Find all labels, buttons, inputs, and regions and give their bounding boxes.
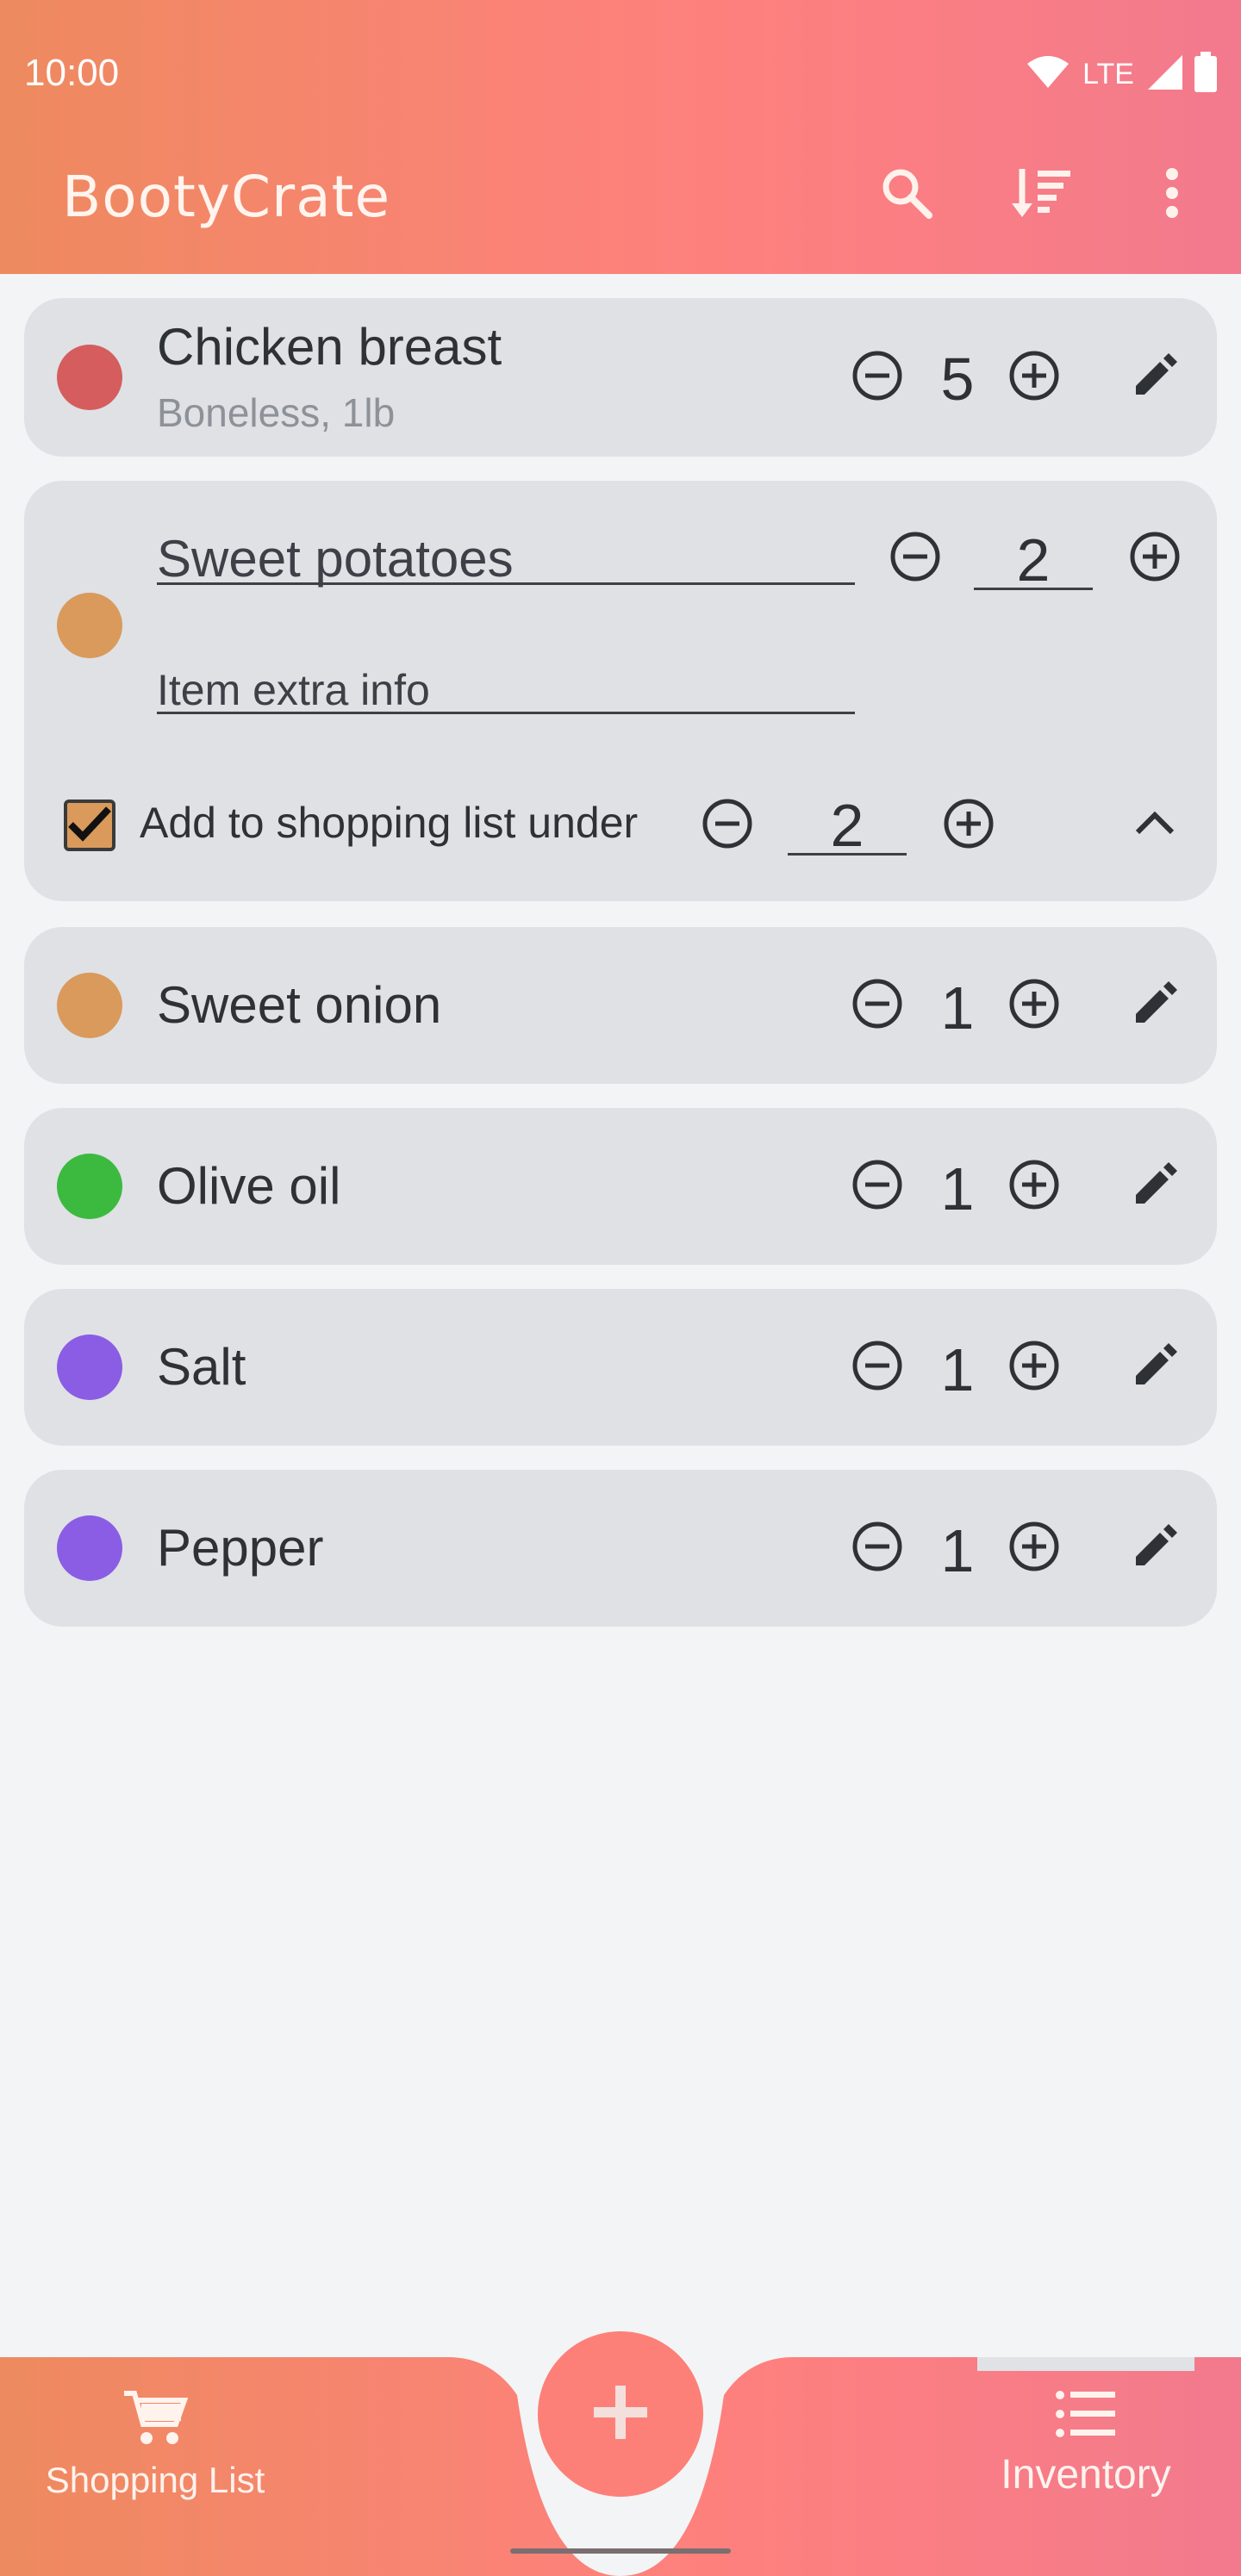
decrease-quantity-button[interactable] bbox=[850, 1521, 905, 1576]
network-type: LTE bbox=[1082, 57, 1134, 90]
app-header: 10:00 LTE BootyCrate bbox=[0, 0, 1241, 274]
nav-shopping-list-label: Shopping List bbox=[45, 2460, 265, 2500]
minus-circle-icon bbox=[700, 796, 755, 856]
inventory-item-card[interactable]: Chicken breast Boneless, 1lb 5 bbox=[24, 298, 1217, 457]
wifi-icon bbox=[1026, 55, 1070, 94]
nav-inventory-label: Inventory bbox=[1001, 2452, 1171, 2498]
item-name-underline bbox=[157, 582, 855, 585]
shopping-cart-icon bbox=[122, 2388, 189, 2453]
edit-item-button[interactable] bbox=[1120, 1514, 1189, 1583]
item-quantity-field[interactable]: 2 bbox=[1003, 526, 1063, 594]
list-icon bbox=[1055, 2388, 1117, 2444]
edit-pencil-icon bbox=[1131, 1522, 1179, 1575]
increase-quantity-button[interactable] bbox=[1007, 978, 1062, 1033]
increase-shopping-quantity-button[interactable] bbox=[941, 798, 996, 853]
plus-circle-icon bbox=[1007, 976, 1062, 1036]
item-name: Salt bbox=[157, 1338, 246, 1396]
plus-circle-icon bbox=[1127, 529, 1182, 588]
plus-circle-icon bbox=[1007, 1338, 1062, 1397]
shopping-quantity-field[interactable]: 2 bbox=[817, 791, 877, 860]
plus-circle-icon bbox=[1007, 1157, 1062, 1216]
edit-pencil-icon bbox=[1131, 1160, 1179, 1213]
decrease-quantity-button[interactable] bbox=[850, 1159, 905, 1214]
add-icon bbox=[590, 2382, 651, 2447]
cell-signal-icon bbox=[1146, 53, 1184, 96]
increase-quantity-button[interactable] bbox=[1007, 1521, 1062, 1576]
color-indicator[interactable] bbox=[57, 1154, 122, 1219]
inventory-item-card-expanded[interactable]: Sweet potatoes 2 Item extra info Add to … bbox=[24, 481, 1217, 901]
check-icon bbox=[67, 804, 112, 848]
decrease-shopping-quantity-button[interactable] bbox=[700, 798, 755, 853]
color-indicator[interactable] bbox=[57, 345, 122, 410]
plus-circle-icon bbox=[1007, 348, 1062, 408]
plus-circle-icon bbox=[941, 796, 996, 856]
quantity-underline bbox=[974, 588, 1093, 590]
item-name: Pepper bbox=[157, 1519, 324, 1577]
increase-quantity-button[interactable] bbox=[1127, 531, 1182, 586]
increase-quantity-button[interactable] bbox=[1007, 1159, 1062, 1214]
decrease-quantity-button[interactable] bbox=[850, 1340, 905, 1395]
decrease-quantity-button[interactable] bbox=[888, 531, 943, 586]
item-name: Olive oil bbox=[157, 1157, 341, 1215]
edit-pencil-icon bbox=[1131, 980, 1179, 1032]
minus-circle-icon bbox=[850, 976, 905, 1036]
item-name: Chicken breast bbox=[157, 318, 502, 376]
extra-info-underline bbox=[157, 712, 855, 714]
gesture-navigation-bar[interactable] bbox=[510, 2548, 731, 2554]
item-quantity: 1 bbox=[940, 1155, 975, 1223]
sort-icon bbox=[1010, 165, 1072, 225]
edit-item-button[interactable] bbox=[1120, 1333, 1189, 1402]
color-indicator[interactable] bbox=[57, 593, 122, 658]
minus-circle-icon bbox=[850, 348, 905, 408]
inventory-item-card[interactable]: Salt 1 bbox=[24, 1289, 1217, 1446]
add-item-fab[interactable] bbox=[538, 2331, 703, 2497]
minus-circle-icon bbox=[850, 1519, 905, 1578]
search-icon bbox=[879, 165, 934, 225]
battery-icon bbox=[1193, 51, 1219, 97]
color-indicator[interactable] bbox=[57, 973, 122, 1038]
item-quantity: 1 bbox=[940, 1517, 975, 1584]
increase-quantity-button[interactable] bbox=[1007, 1340, 1062, 1395]
inventory-item-card[interactable]: Pepper 1 bbox=[24, 1470, 1217, 1627]
nav-inventory[interactable]: Inventory bbox=[965, 2357, 1207, 2576]
decrease-quantity-button[interactable] bbox=[850, 978, 905, 1033]
chevron-up-icon bbox=[1134, 808, 1176, 840]
item-quantity: 5 bbox=[940, 345, 975, 413]
edit-pencil-icon bbox=[1131, 1341, 1179, 1394]
minus-circle-icon bbox=[850, 1157, 905, 1216]
item-extra-info-field[interactable]: Item extra info bbox=[157, 665, 430, 715]
search-button[interactable] bbox=[865, 153, 948, 236]
decrease-quantity-button[interactable] bbox=[850, 350, 905, 405]
shopping-list-label: Add to shopping list under bbox=[140, 799, 639, 847]
more-vert-icon bbox=[1163, 165, 1181, 225]
inventory-item-card[interactable]: Sweet onion 1 bbox=[24, 927, 1217, 1084]
edit-item-button[interactable] bbox=[1120, 1152, 1189, 1221]
status-time: 10:00 bbox=[24, 52, 120, 94]
collapse-item-button[interactable] bbox=[1120, 789, 1189, 858]
edit-item-button[interactable] bbox=[1120, 343, 1189, 412]
nav-shopping-list[interactable]: Shopping List bbox=[34, 2357, 276, 2576]
item-name-field[interactable]: Sweet potatoes bbox=[157, 529, 514, 588]
color-indicator[interactable] bbox=[57, 1515, 122, 1581]
increase-quantity-button[interactable] bbox=[1007, 350, 1062, 405]
edit-item-button[interactable] bbox=[1120, 971, 1189, 1040]
edit-pencil-icon bbox=[1131, 352, 1179, 404]
more-options-button[interactable] bbox=[1131, 153, 1213, 236]
item-quantity: 1 bbox=[940, 1336, 975, 1403]
add-to-shopping-list-checkbox[interactable] bbox=[64, 800, 115, 851]
inventory-item-card[interactable]: Olive oil 1 bbox=[24, 1108, 1217, 1265]
shopping-quantity-underline bbox=[788, 853, 907, 856]
minus-circle-icon bbox=[888, 529, 943, 588]
status-icons: LTE bbox=[1026, 51, 1219, 97]
plus-circle-icon bbox=[1007, 1519, 1062, 1578]
minus-circle-icon bbox=[850, 1338, 905, 1397]
color-indicator[interactable] bbox=[57, 1335, 122, 1400]
app-title: BootyCrate bbox=[62, 164, 391, 230]
sort-button[interactable] bbox=[1000, 153, 1082, 236]
item-quantity: 1 bbox=[940, 974, 975, 1042]
item-name: Sweet onion bbox=[157, 976, 442, 1034]
item-extra-info: Boneless, 1lb bbox=[157, 390, 396, 435]
